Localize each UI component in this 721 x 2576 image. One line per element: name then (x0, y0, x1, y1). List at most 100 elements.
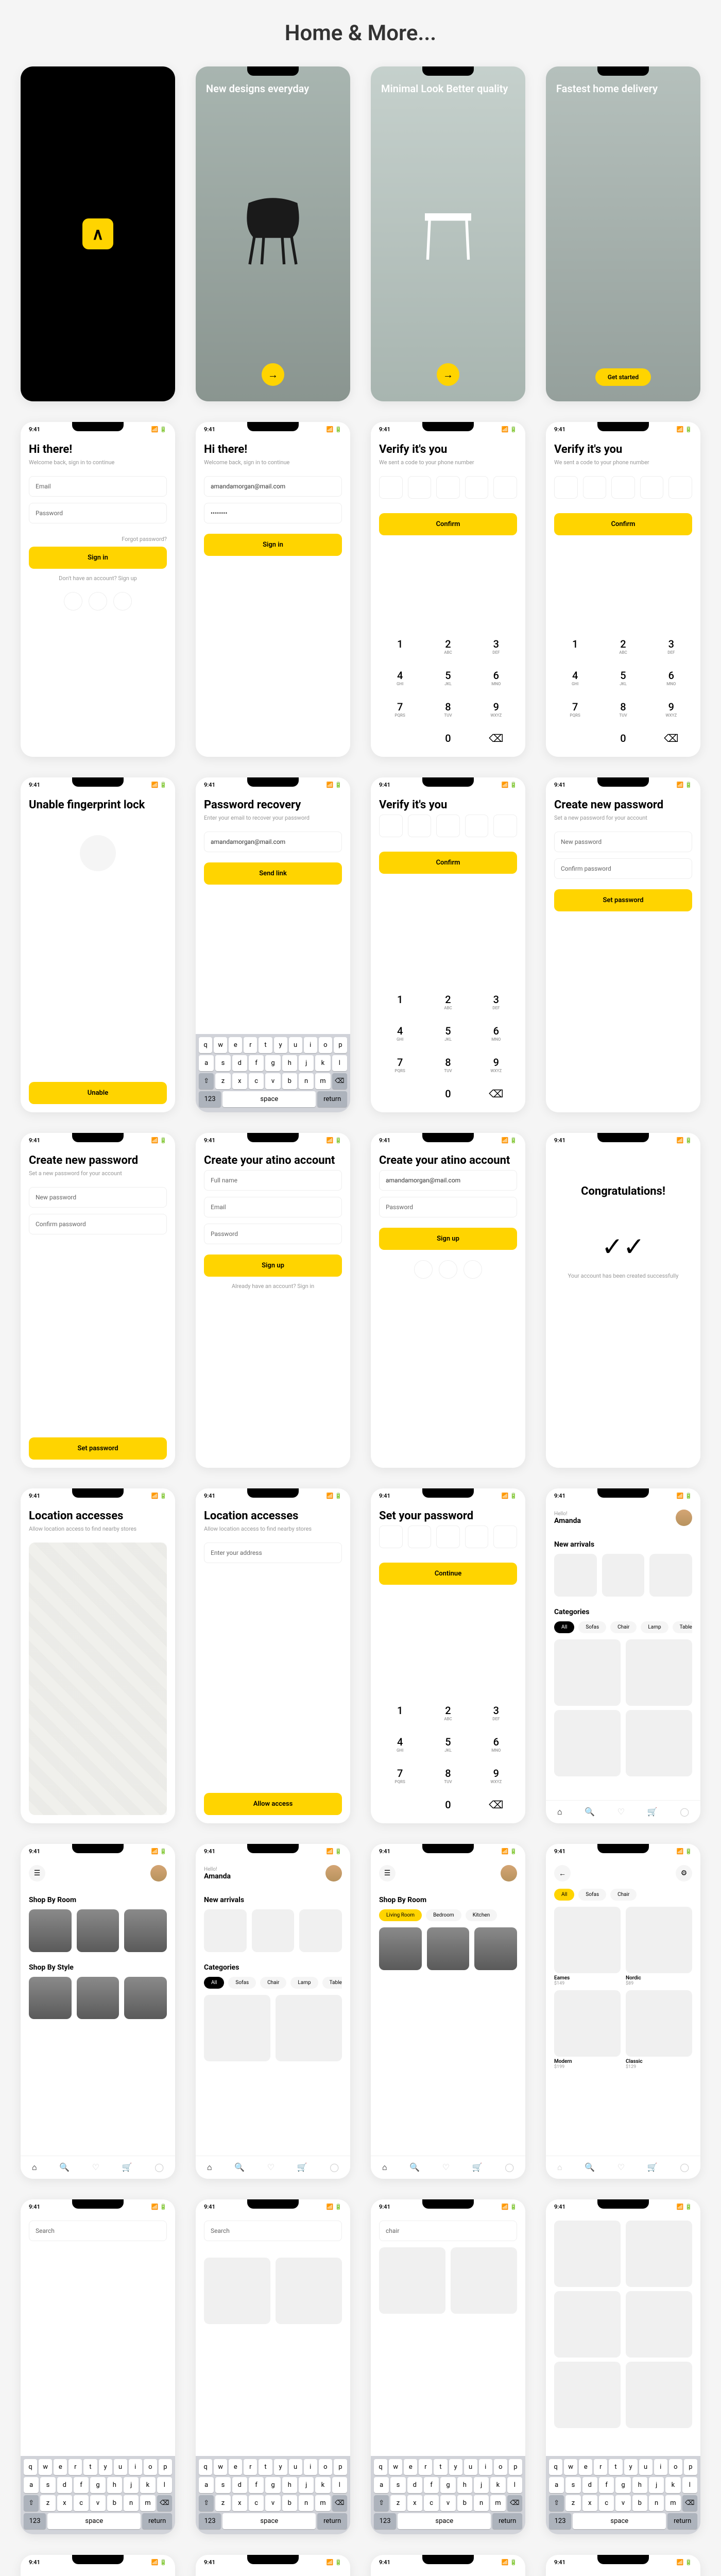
keypad-key[interactable]: ⌫ (650, 728, 692, 749)
fingerprint-icon[interactable] (80, 835, 116, 871)
keypad-key[interactable] (379, 1794, 421, 1815)
keypad-key[interactable]: 7PQRS (379, 1052, 421, 1077)
numeric-keypad[interactable]: 12ABC3DEF4GHI5JKL6MNO7PQRS8TUV9WXYZ0⌫ (379, 634, 517, 749)
otp-input[interactable] (379, 476, 517, 499)
keypad-key[interactable]: 9WXYZ (475, 1763, 517, 1788)
facebook-icon[interactable] (113, 592, 132, 611)
keypad-key[interactable]: 8TUV (427, 697, 469, 722)
new-password-field[interactable]: New password (554, 832, 692, 852)
password-field[interactable]: Password (29, 503, 167, 523)
keypad-key[interactable]: 6MNO (475, 665, 517, 690)
set-password-button[interactable]: Set password (554, 889, 692, 911)
category-pill[interactable]: Sofas (228, 1977, 256, 1989)
apple-icon[interactable] (89, 592, 107, 611)
keypad-key[interactable]: 1 (379, 989, 421, 1014)
next-button[interactable]: → (262, 363, 284, 386)
signup-link[interactable]: Don't have an account? Sign up (29, 575, 167, 582)
name-field[interactable]: Full name (204, 1170, 342, 1191)
signin-button[interactable]: Sign in (204, 534, 342, 556)
keypad-key[interactable]: 4GHI (379, 665, 421, 690)
keypad-key[interactable]: 1 (379, 1700, 421, 1725)
tab-home[interactable]: ⌂ (557, 1807, 562, 1817)
category-pill[interactable]: Chair (610, 1621, 637, 1633)
keypad-key[interactable]: 3DEF (475, 989, 517, 1014)
password-field[interactable]: Password (204, 1224, 342, 1244)
tab-search[interactable]: 🔍 (585, 1807, 595, 1817)
keypad-key[interactable]: 3DEF (475, 634, 517, 659)
avatar[interactable] (150, 1865, 167, 1882)
confirm-password-field[interactable]: Confirm password (554, 858, 692, 879)
next-button[interactable]: → (437, 363, 459, 386)
keypad-key[interactable]: 2ABC (427, 989, 469, 1014)
keypad-key[interactable]: 4GHI (379, 1021, 421, 1046)
menu-icon[interactable]: ☰ (29, 1865, 45, 1882)
category-pill[interactable]: Chair (260, 1977, 286, 1989)
keypad-key[interactable]: 1 (379, 634, 421, 659)
category-pill[interactable]: Sofas (578, 1621, 606, 1633)
category-pill[interactable]: Tables (673, 1621, 692, 1633)
keypad-key[interactable]: 8TUV (602, 697, 644, 722)
keypad-key[interactable]: 6MNO (475, 1021, 517, 1046)
keypad-key[interactable]: 0 (427, 1083, 469, 1104)
text-keyboard[interactable]: qwertyuiopasdfghjkl⇧zxcvbnm⌫123spaceretu… (196, 1034, 350, 1112)
keypad-key[interactable]: ⌫ (475, 1083, 517, 1104)
password-field[interactable]: •••••••• (204, 503, 342, 523)
category-pill[interactable]: Lamp (290, 1977, 318, 1989)
keypad-key[interactable]: 9WXYZ (475, 1052, 517, 1077)
google-icon[interactable] (64, 592, 82, 611)
email-field[interactable]: Email (29, 476, 167, 497)
get-started-button[interactable]: Get started (595, 368, 651, 386)
confirm-button[interactable]: Confirm (379, 513, 517, 535)
keypad-key[interactable]: 6MNO (650, 665, 692, 690)
tab-wishlist[interactable]: ♡ (617, 1807, 625, 1817)
map-view[interactable] (29, 1543, 167, 1815)
keypad-key[interactable]: 0 (427, 728, 469, 749)
keypad-key[interactable]: 9WXYZ (475, 697, 517, 722)
forgot-link[interactable]: Forgot password? (29, 536, 167, 543)
keypad-key[interactable]: 0 (602, 728, 644, 749)
keypad-key[interactable]: 3DEF (650, 634, 692, 659)
keypad-key[interactable]: 2ABC (427, 634, 469, 659)
keypad-key[interactable]: 4GHI (379, 1732, 421, 1757)
category-pill[interactable]: All (554, 1621, 574, 1633)
keypad-key[interactable]: 5JKL (602, 665, 644, 690)
keypad-key[interactable]: 7PQRS (379, 1763, 421, 1788)
avatar[interactable] (676, 1510, 692, 1526)
google-icon[interactable] (414, 1260, 433, 1279)
keypad-key[interactable] (554, 728, 596, 749)
email-field[interactable]: amandamorgan@mail.com (204, 476, 342, 497)
keypad-key[interactable]: 5JKL (427, 665, 469, 690)
keypad-key[interactable]: 5JKL (427, 1021, 469, 1046)
send-link-button[interactable]: Send link (204, 862, 342, 885)
category-pill[interactable]: Tables (322, 1977, 342, 1989)
keypad-key[interactable]: 7PQRS (554, 697, 596, 722)
category-pill[interactable]: Lamp (641, 1621, 668, 1633)
product-card[interactable] (554, 1554, 597, 1597)
keypad-key[interactable]: 2ABC (427, 1700, 469, 1725)
keypad-key[interactable]: 3DEF (475, 1700, 517, 1725)
keypad-key[interactable]: 8TUV (427, 1763, 469, 1788)
continue-button[interactable]: Continue (379, 1563, 517, 1585)
keypad-key[interactable]: 7PQRS (379, 697, 421, 722)
facebook-icon[interactable] (464, 1260, 482, 1279)
apple-icon[interactable] (439, 1260, 457, 1279)
keypad-key[interactable]: 9WXYZ (650, 697, 692, 722)
keypad-key[interactable] (379, 728, 421, 749)
keypad-key[interactable]: 2ABC (602, 634, 644, 659)
tab-cart[interactable]: 🛒 (647, 1807, 658, 1817)
signin-button[interactable]: Sign in (29, 547, 167, 569)
signup-button[interactable]: Sign up (204, 1255, 342, 1277)
keypad-key[interactable]: 4GHI (554, 665, 596, 690)
confirm-button[interactable]: Confirm (554, 513, 692, 535)
keypad-key[interactable]: ⌫ (475, 1794, 517, 1815)
back-icon[interactable]: ← (554, 1865, 571, 1882)
unable-button[interactable]: Unable (29, 1082, 167, 1104)
email-field[interactable]: amandamorgan@mail.com (204, 832, 342, 852)
keypad-key[interactable] (379, 1083, 421, 1104)
keypad-key[interactable]: 8TUV (427, 1052, 469, 1077)
category-pill[interactable]: All (204, 1977, 224, 1989)
keypad-key[interactable]: 0 (427, 1794, 469, 1815)
email-field[interactable]: Email (204, 1197, 342, 1217)
search-input[interactable]: Search (29, 2221, 167, 2241)
allow-button[interactable]: Allow access (204, 1793, 342, 1815)
